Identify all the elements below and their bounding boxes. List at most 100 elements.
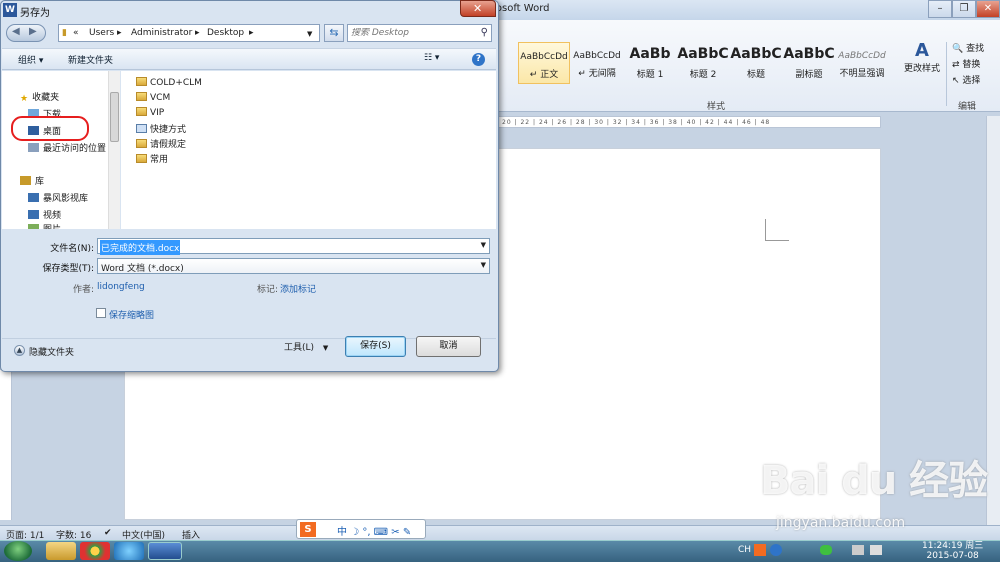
tree-scroll-thumb[interactable] — [110, 92, 119, 142]
filetype-value: Word 文档 (*.docx) — [101, 264, 184, 274]
clock[interactable]: 11:24:19 周三 2015-07-08 — [922, 541, 983, 561]
minimize-button[interactable]: – — [928, 0, 952, 18]
edit-group-label: 编辑 — [958, 102, 977, 112]
chrome-taskbar-icon[interactable] — [80, 542, 110, 560]
star-icon: ★ — [20, 94, 29, 104]
collapse-icon[interactable]: ▲ — [14, 345, 25, 356]
refresh-button[interactable]: ⇆ — [324, 24, 344, 42]
filename-label: 文件名(N): — [50, 244, 94, 254]
view-options-button[interactable]: ☷ ▾ — [424, 53, 439, 63]
tree-item-baofeng[interactable]: 暴风影视库 — [28, 191, 88, 204]
new-folder-button[interactable]: 新建文件夹 — [68, 53, 113, 66]
horizontal-ruler[interactable]: 20 | 22 | 24 | 26 | 28 | 30 | 32 | 34 | … — [497, 116, 881, 128]
style-heading-1[interactable]: AaBb 标题 1 — [624, 42, 676, 84]
network-tray-icon[interactable] — [852, 545, 864, 555]
filetype-label: 保存类型(T): — [42, 264, 94, 274]
video-icon — [28, 210, 39, 219]
help-tray-icon[interactable] — [770, 544, 782, 556]
breadcrumb-administrator[interactable]: Administrator — [131, 28, 192, 38]
breadcrumb-users[interactable]: Users — [89, 28, 114, 38]
list-item[interactable]: 快捷方式 — [136, 122, 186, 135]
file-list — [121, 71, 496, 229]
breadcrumb-separator[interactable]: ▸ — [195, 28, 200, 38]
breadcrumb-more[interactable]: « — [73, 28, 79, 38]
sogou-tray-icon[interactable] — [754, 544, 766, 556]
select-button[interactable]: ↖ 选择 — [952, 73, 980, 86]
word-taskbar-icon[interactable] — [148, 542, 182, 560]
tray-language[interactable]: CH — [738, 545, 751, 555]
tags-field[interactable]: 添加标记 — [280, 282, 316, 295]
replace-button[interactable]: ⇄ 替换 — [952, 57, 980, 70]
word-title: rosoft Word — [492, 3, 550, 14]
filename-field[interactable]: 已完成的文档.docx ▼ — [97, 238, 490, 255]
search-box[interactable]: ⚲ — [347, 24, 492, 42]
breadcrumb-separator[interactable]: ▸ — [249, 28, 254, 38]
save-thumbnail-checkbox[interactable] — [96, 308, 106, 318]
hide-folders-button[interactable]: 隐藏文件夹 — [29, 345, 74, 358]
change-styles-icon: A — [915, 40, 929, 61]
filename-value[interactable]: 已完成的文档.docx — [100, 240, 181, 255]
folder-icon — [136, 107, 147, 116]
forward-arrow-icon[interactable]: ▶ — [29, 26, 37, 37]
list-item[interactable]: VIP — [136, 107, 164, 118]
vertical-ruler[interactable] — [0, 370, 12, 520]
volume-tray-icon[interactable] — [870, 545, 882, 555]
folder-icon — [136, 77, 147, 86]
vertical-scrollbar[interactable] — [986, 116, 1000, 526]
list-item[interactable]: 常用 — [136, 152, 168, 165]
tree-item-libraries[interactable]: 库 — [20, 174, 44, 187]
save-thumbnail-label[interactable]: 保存缩略图 — [109, 308, 154, 321]
word-app-icon: W — [3, 3, 17, 17]
wechat-tray-icon[interactable] — [820, 545, 832, 555]
style-heading-2[interactable]: AaBbC 标题 2 — [677, 42, 729, 84]
style-normal[interactable]: AaBbCcDd ↵ 正文 — [518, 42, 570, 84]
style-subtitle[interactable]: AaBbC 副标题 — [783, 42, 835, 84]
sogou-icon: S — [300, 522, 316, 537]
list-item[interactable]: 请假规定 — [136, 137, 186, 150]
find-button[interactable]: 🔍 查找 — [952, 41, 984, 54]
find-icon: 🔍 — [952, 44, 964, 54]
explorer-taskbar-icon[interactable] — [46, 542, 76, 560]
back-arrow-icon[interactable]: ◀ — [12, 26, 20, 37]
list-item[interactable]: VCM — [136, 92, 170, 103]
style-title[interactable]: AaBbC 标题 — [730, 42, 782, 84]
author-field[interactable]: lidongfeng — [97, 282, 145, 292]
tree-item-pictures[interactable]: 图片 — [28, 222, 61, 229]
cancel-button[interactable]: 取消 — [416, 336, 481, 357]
search-input[interactable] — [351, 28, 471, 38]
restore-button[interactable]: ❐ — [952, 0, 976, 18]
dialog-close-button[interactable] — [460, 0, 496, 17]
save-button[interactable]: 保存(S) — [345, 336, 406, 357]
style-no-spacing[interactable]: AaBbCcDd ↵ 无间隔 — [571, 42, 623, 84]
shortcut-icon — [136, 124, 147, 133]
help-icon[interactable]: ? — [472, 53, 485, 66]
search-icon[interactable]: ⚲ — [481, 27, 488, 38]
list-item[interactable]: COLD+CLM — [136, 77, 202, 88]
replace-icon: ⇄ — [952, 60, 960, 70]
breadcrumb-separator[interactable]: ▸ — [117, 28, 122, 38]
ime-toolbar[interactable]: S 中 ☽ °, ⌨ ✂ ✎ — [296, 519, 426, 539]
chevron-down-icon[interactable]: ▼ — [481, 261, 486, 269]
chevron-down-icon[interactable]: ▼ — [307, 30, 312, 38]
organize-button[interactable]: 组织 ▾ — [18, 53, 43, 66]
tags-label: 标记: — [256, 285, 278, 295]
highlight-circle — [11, 116, 89, 141]
style-subtle-emphasis[interactable]: AaBbCcDd 不明显强调 — [836, 42, 888, 84]
address-bar[interactable]: ▮ « Users ▸ Administrator ▸ Desktop ▸ ▼ — [58, 24, 320, 42]
back-forward-buttons[interactable]: ◀ ▶ — [6, 24, 46, 42]
tree-item-favorites[interactable]: ★ 收藏夹 — [20, 90, 59, 104]
baidu-watermark-url: jingyan.baidu.com — [776, 515, 906, 531]
tools-button[interactable]: 工具(L) ▼ — [284, 340, 328, 353]
baidu-watermark: Bai du 经验 — [760, 458, 988, 504]
tree-item-videos[interactable]: 视频 — [28, 208, 61, 221]
close-button[interactable]: ✕ — [976, 0, 1000, 18]
spellcheck-icon[interactable]: ✔ — [104, 528, 112, 538]
change-styles-button[interactable]: A 更改样式 — [904, 40, 940, 74]
filetype-select[interactable]: Word 文档 (*.docx) ▼ — [97, 258, 490, 274]
ie-taskbar-icon[interactable] — [114, 542, 144, 560]
start-button[interactable] — [4, 541, 32, 561]
breadcrumb-desktop[interactable]: Desktop — [207, 28, 244, 38]
chevron-down-icon[interactable]: ▼ — [481, 241, 486, 249]
tree-item-recent[interactable]: 最近访问的位置 — [28, 141, 106, 154]
folder-icon — [136, 92, 147, 101]
